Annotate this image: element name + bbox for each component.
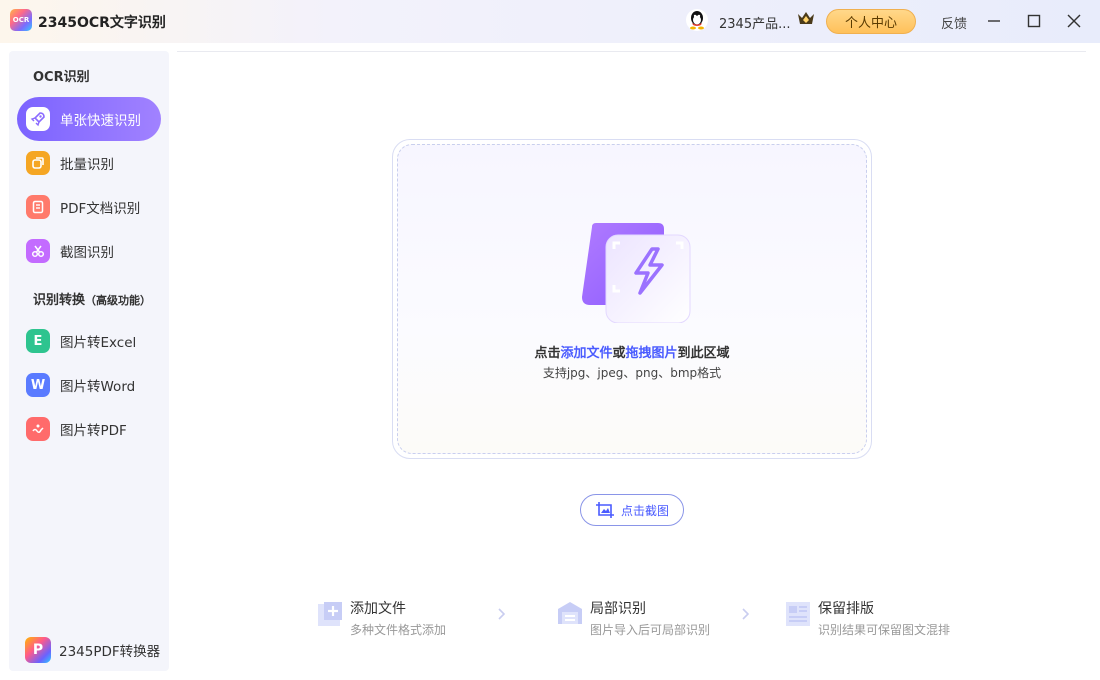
section-title-sub: （高级功能） (85, 294, 152, 307)
feature-desc: 图片导入后可局部识别 (590, 623, 711, 637)
feature-keep-layout: 保留排版 识别结果可保留图文混排 (784, 598, 950, 638)
supported-formats: 支持jpg、jpeg、png、bmp格式 (542, 366, 722, 380)
sidebar-item-label: 图片转Word (60, 379, 136, 395)
chevron-right-icon (742, 608, 750, 620)
feature-title: 局部识别 (590, 601, 646, 617)
drop-text-suffix: 到此区域 (677, 346, 730, 361)
title-bar: OCR 2345OCR文字识别 2345产品... 个人中心 反馈 (0, 0, 1100, 43)
image-pdf-icon (26, 417, 50, 441)
add-file-icon (318, 602, 342, 626)
feature-desc: 识别结果可保留图文混排 (818, 623, 951, 637)
word-icon: W (26, 373, 50, 397)
pdf-converter-label: 2345PDF转换器 (59, 644, 161, 660)
sidebar-item-to-word[interactable]: W 图片转Word (17, 363, 161, 407)
personal-center-button[interactable]: 个人中心 (826, 9, 916, 34)
partial-recognition-icon (558, 602, 582, 624)
sidebar-item-screenshot[interactable]: 截图识别 (17, 229, 161, 273)
drop-zone-inner[interactable]: 点击添加文件或拖拽图片到此区域 支持jpg、jpeg、png、bmp格式 (397, 144, 867, 454)
keep-layout-icon (786, 602, 810, 626)
rocket-icon (26, 107, 50, 131)
crop-image-icon (595, 502, 614, 518)
section-title-text: 识别转换 (33, 293, 86, 308)
screenshot-button[interactable]: 点击截图 (580, 494, 684, 526)
chevron-right-icon (498, 608, 506, 620)
sidebar-item-to-excel[interactable]: E 图片转Excel (17, 319, 161, 363)
feedback-link[interactable]: 反馈 (941, 13, 967, 32)
pdf-document-icon (26, 195, 50, 219)
user-name[interactable]: 2345产品... (719, 13, 790, 32)
feature-partial-recognition: 局部识别 图片导入后可局部识别 (556, 598, 710, 638)
sidebar-item-pdf[interactable]: PDF文档识别 (17, 185, 161, 229)
sidebar: OCR识别 单张快速识别 批量识别 PDF文档识别 截图识别 识别转换（高级功能… (9, 51, 169, 671)
sidebar-item-to-pdf[interactable]: 图片转PDF (17, 407, 161, 451)
scissors-icon (26, 239, 50, 263)
close-icon[interactable] (1064, 11, 1084, 31)
drop-zone[interactable]: 点击添加文件或拖拽图片到此区域 支持jpg、jpeg、png、bmp格式 (392, 139, 872, 459)
sidebar-item-single-quick[interactable]: 单张快速识别 (17, 97, 161, 141)
sidebar-item-label: 截图识别 (60, 245, 114, 261)
feature-title: 添加文件 (350, 601, 406, 617)
app-title: 2345OCR文字识别 (38, 15, 166, 31)
drop-text-mid: 或 (612, 346, 626, 361)
pdf-converter-promo[interactable]: P 2345PDF转换器 (25, 637, 160, 663)
feature-desc: 多种文件格式添加 (350, 623, 447, 637)
sidebar-item-label: 图片转Excel (60, 335, 137, 351)
app-logo-icon: OCR (10, 9, 32, 31)
feature-add-file: 添加文件 多种文件格式添加 (316, 598, 446, 638)
feature-title: 保留排版 (818, 601, 874, 617)
qq-avatar-icon[interactable] (686, 9, 708, 31)
sidebar-item-batch[interactable]: 批量识别 (17, 141, 161, 185)
section-title-ocr: OCR识别 (33, 70, 90, 85)
vip-crown-icon[interactable] (797, 11, 815, 27)
sidebar-item-label: PDF文档识别 (60, 201, 141, 217)
drag-image-link: 拖拽图片 (625, 346, 678, 361)
drop-zone-instruction: 点击添加文件或拖拽图片到此区域 (398, 342, 866, 361)
excel-icon: E (26, 329, 50, 353)
sidebar-item-label: 单张快速识别 (60, 113, 141, 129)
pdf-converter-logo-icon: P (25, 637, 51, 663)
drop-text-prefix: 点击 (534, 346, 561, 361)
add-file-link[interactable]: 添加文件 (560, 346, 612, 361)
sidebar-item-label: 图片转PDF (60, 423, 127, 439)
section-title-convert: 识别转换（高级功能） (33, 289, 151, 308)
upload-lightning-icon (582, 223, 691, 323)
sidebar-item-label: 批量识别 (60, 157, 114, 173)
screenshot-button-label: 点击截图 (620, 503, 669, 518)
divider (177, 51, 1086, 52)
minimize-icon[interactable] (984, 11, 1004, 31)
maximize-icon[interactable] (1024, 11, 1044, 31)
batch-icon (26, 151, 50, 175)
